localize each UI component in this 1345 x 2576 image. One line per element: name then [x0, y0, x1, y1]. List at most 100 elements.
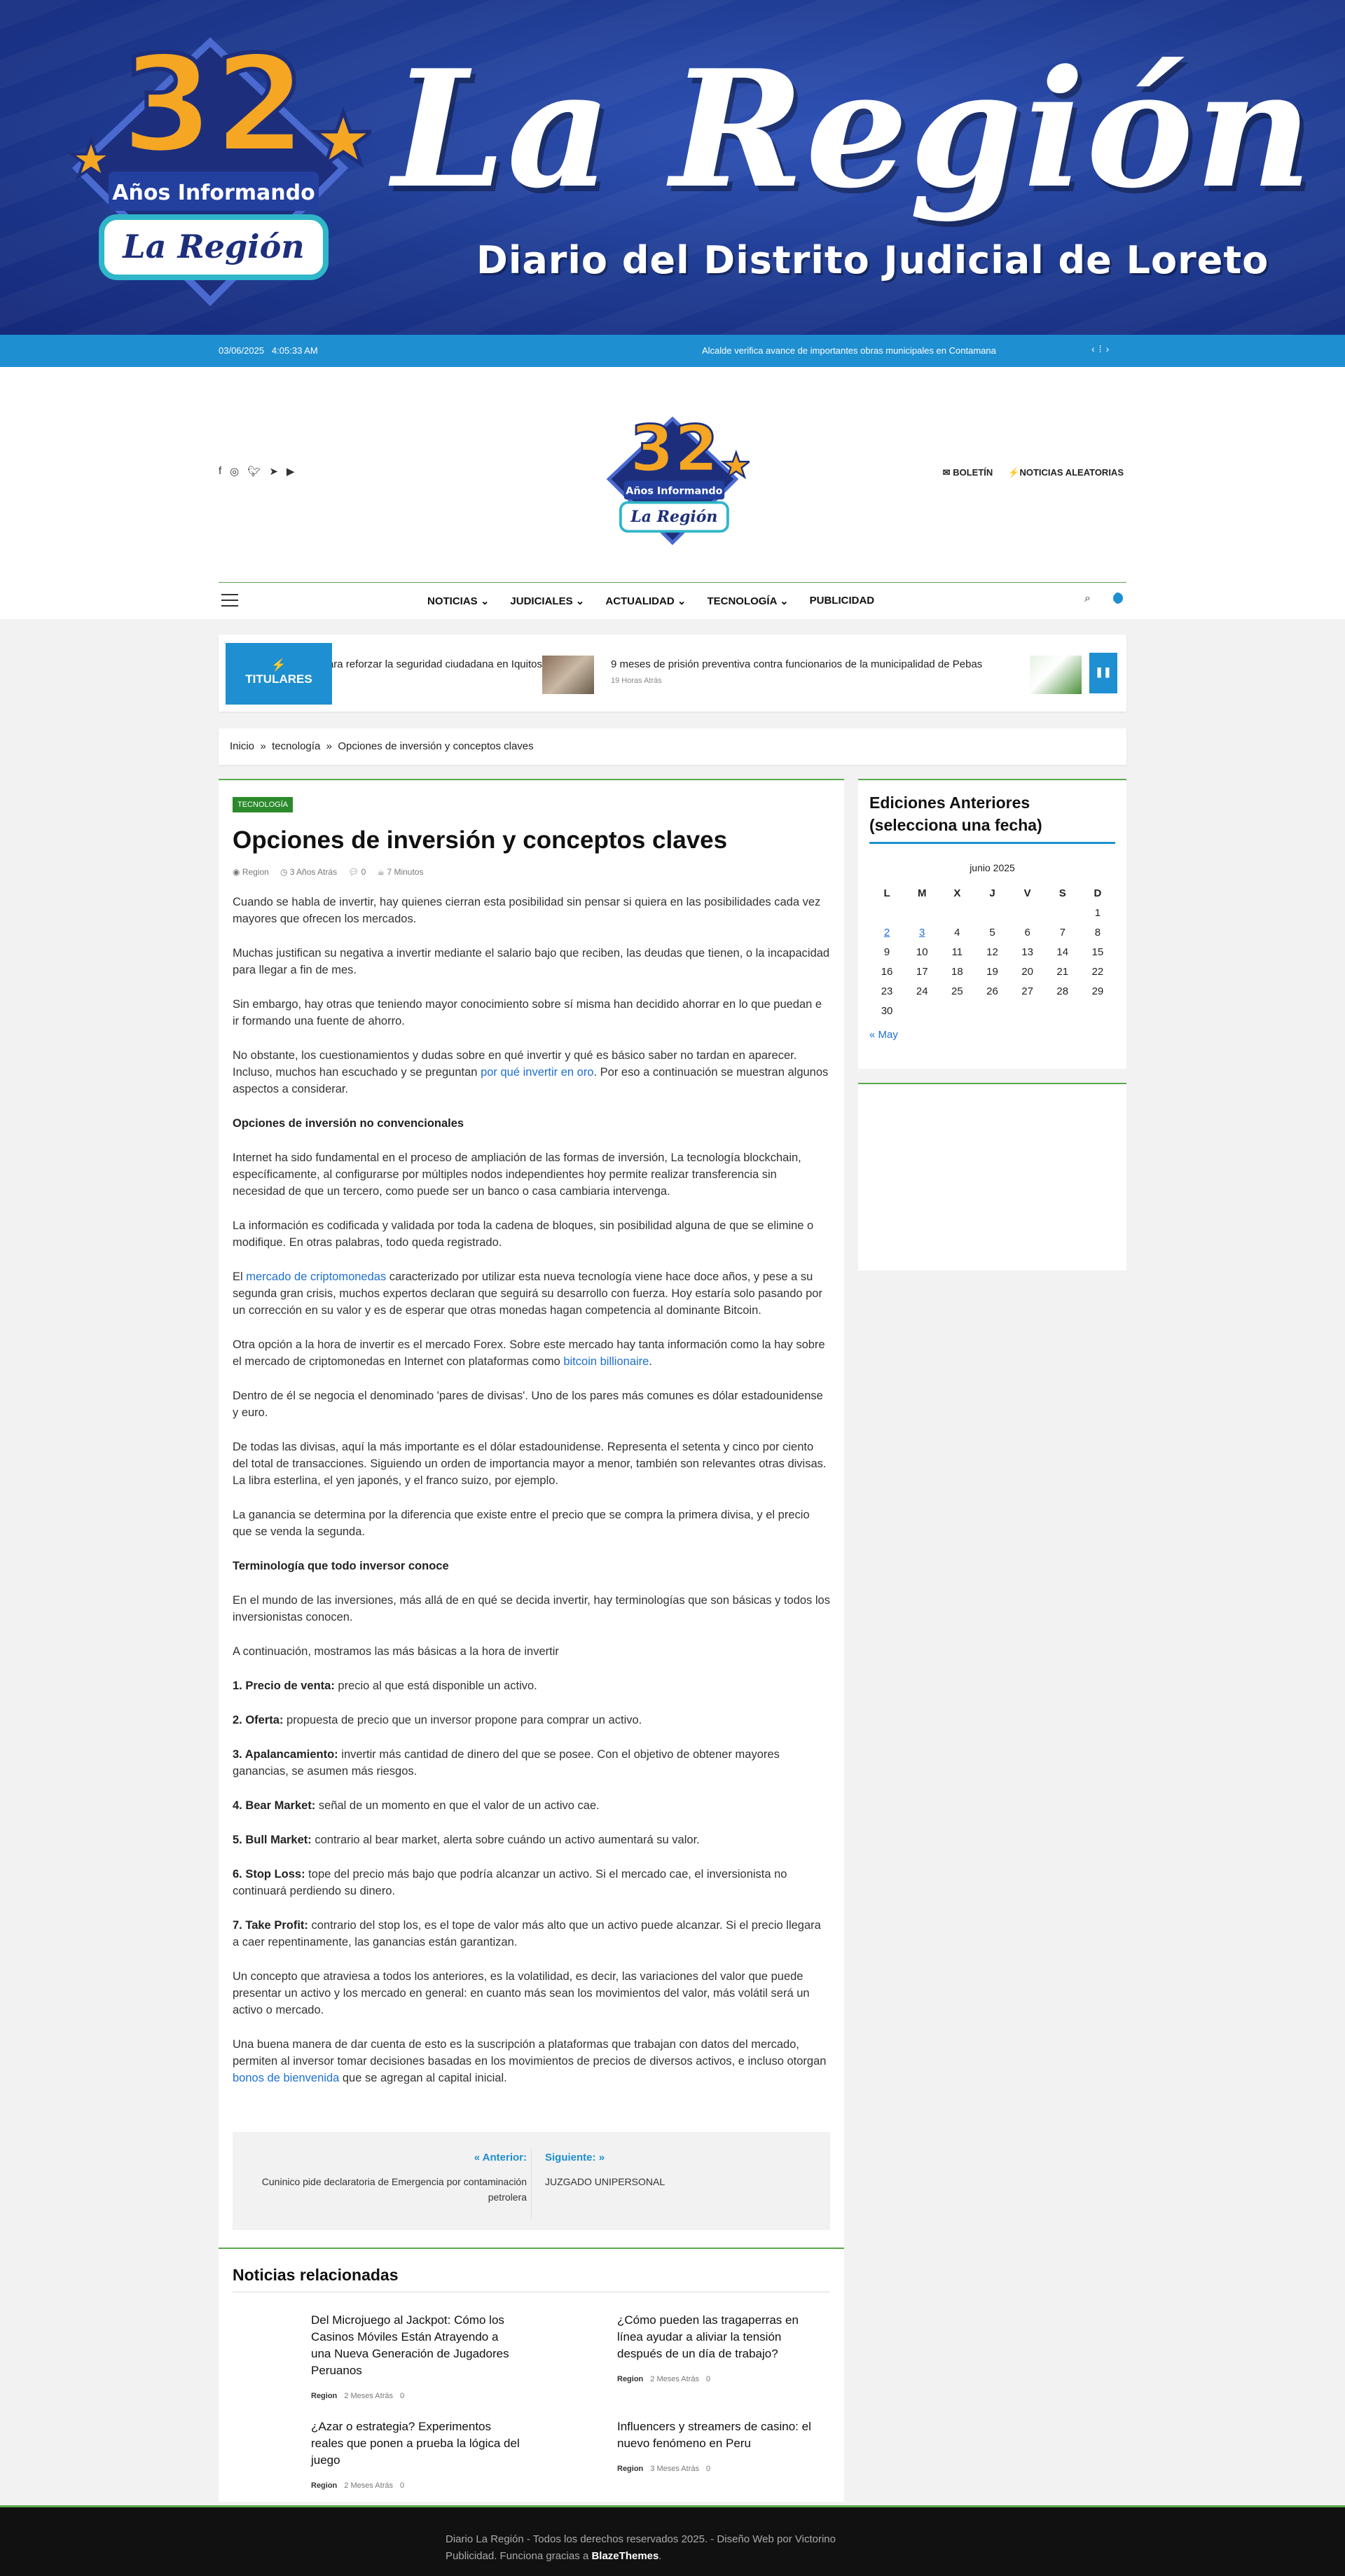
calendar-day: 21	[1056, 965, 1069, 978]
nav-item-actualidad[interactable]: ACTUALIDAD ⌄	[605, 595, 686, 607]
calendar-day	[939, 903, 974, 922]
related-item[interactable]: Influencers y streamers de casino: el nu…	[617, 2418, 827, 2477]
author[interactable]: ◉ Region	[233, 867, 269, 877]
ticker-pause-icon[interactable]: ⁞	[1099, 343, 1106, 354]
logo-number: 32	[630, 413, 718, 486]
post-time: ◷ 3 Años Atrás	[280, 867, 337, 877]
menu-toggle-icon[interactable]	[221, 594, 238, 611]
term-text: contrario al bear market, alerta sobre c…	[311, 1833, 700, 1846]
search-icon[interactable]: ⌕	[1084, 593, 1091, 605]
bonus-link[interactable]: bonos de bienvenida	[233, 2072, 339, 2084]
headline-time-label: 19 Horas Atrás	[611, 677, 662, 685]
nav-item-tecnologia[interactable]: TECNOLOGÍA ⌄	[707, 595, 788, 607]
calendar-day: 27	[1021, 985, 1033, 997]
headline-thumbnail[interactable]	[542, 656, 594, 694]
calendar-day: 7	[1059, 926, 1065, 939]
ticker-prev-icon[interactable]: ‹	[1091, 343, 1099, 354]
main-nav: NOTICIAS ⌄ JUDICIALES ⌄ ACTUALIDAD ⌄ TEC…	[219, 582, 1126, 617]
related-meta: Region 2 Meses Atrás 0	[311, 2477, 521, 2494]
related-author[interactable]: Region	[617, 2371, 643, 2388]
breadcrumb-home[interactable]: Inicio	[230, 740, 254, 752]
term-text: precio al que está disponible un activo.	[334, 1679, 537, 1692]
paragraph: La información es codificada y validada …	[233, 1219, 814, 1249]
term-item: 2. Oferta: propuesta de precio que un in…	[233, 1712, 830, 1729]
twitter-icon[interactable]: 🐦︎	[247, 465, 261, 478]
dark-mode-icon[interactable]	[1112, 593, 1123, 604]
double-chevron-left-icon: «	[474, 2152, 481, 2163]
calendar-day: 25	[951, 985, 963, 997]
ticker-next-icon[interactable]: ›	[1106, 343, 1114, 354]
related-title[interactable]: ¿Cómo pueden las tragaperras en línea ay…	[617, 2312, 827, 2362]
random-news-link[interactable]: ⚡NOTICIAS ALEATORIAS	[1008, 467, 1124, 478]
headline-item[interactable]: Refuerzan estrategias para reforzar la s…	[332, 658, 542, 670]
nav-label: JUDICIALES	[510, 595, 573, 607]
calendar-day: 13	[1021, 946, 1033, 958]
divider	[531, 2149, 532, 2219]
next-post-link[interactable]: Siguiente: » JUZGADO UNIPERSONAL	[545, 2150, 797, 2189]
term-text: señal de un momento en que el valor de u…	[315, 1799, 600, 1812]
related-title[interactable]: Influencers y streamers de casino: el nu…	[617, 2418, 827, 2452]
copyright-end: .	[658, 2550, 662, 2562]
previous-month-link[interactable]: « May	[869, 1029, 1115, 1041]
social-links: f ◎ 🐦︎ ➤ ▶	[219, 465, 294, 478]
related-author[interactable]: Region	[311, 2388, 337, 2404]
related-item[interactable]: Del Microjuego al Jackpot: Cómo los Casi…	[311, 2312, 521, 2404]
paragraph: Dentro de él se negocia el denominado 'p…	[233, 1389, 823, 1419]
breadcrumb-category[interactable]: tecnología	[272, 740, 320, 752]
related-title[interactable]: Del Microjuego al Jackpot: Cómo los Casi…	[311, 2312, 521, 2379]
instagram-icon[interactable]: ◎	[230, 465, 239, 478]
related-comments: 0	[399, 2481, 405, 2490]
comments[interactable]: 💬︎ 0	[348, 867, 366, 877]
top-ticker-link[interactable]: Alcalde verifica avance de importantes o…	[702, 345, 996, 356]
paragraph: Muchas justifican su negativa a invertir…	[233, 946, 830, 976]
related-item[interactable]: ¿Cómo pueden las tragaperras en línea ay…	[617, 2312, 827, 2388]
headline-thumbnail[interactable]	[1030, 656, 1082, 694]
term-label: 5. Bull Market:	[233, 1833, 312, 1846]
paragraph: Una buena manera de dar cuenta de esto e…	[233, 2036, 830, 2086]
logo-line1: Años Informando	[626, 486, 722, 497]
newsletter-link[interactable]: ✉ BOLETÍN	[943, 467, 993, 478]
headlines-badge: ⚡ TITULARES	[226, 643, 332, 705]
banner-badge-number: 32	[121, 27, 306, 182]
calendar-day: 9	[883, 946, 890, 958]
headline-item[interactable]: 9 meses de prisión preventiva contra fun…	[611, 658, 982, 670]
article-body: Cuando se habla de invertir, hay quienes…	[233, 894, 830, 2086]
article-meta: ◉ Region ◷ 3 Años Atrás 💬︎ 0 ☕︎ 7 Minuto…	[233, 867, 830, 877]
site-logo[interactable]: 32 Años Informando La Región	[595, 402, 750, 556]
previous-post-link[interactable]: « Anterior: Cuninico pide declaratoria d…	[247, 2150, 527, 2205]
paragraph: Internet ha sido fundamental en el proce…	[233, 1151, 801, 1198]
calendar-day[interactable]: 2	[869, 922, 904, 942]
category-badge[interactable]: TECNOLOGÍA	[233, 797, 294, 812]
related-title[interactable]: ¿Azar o estrategia? Experimentos reales …	[311, 2418, 521, 2469]
clock-icon: ◷	[280, 866, 288, 877]
calendar-day[interactable]: 3	[904, 922, 939, 942]
related-author[interactable]: Region	[617, 2460, 643, 2477]
headlines-ticker: ⚡ TITULARES Refuerzan estrategias para r…	[219, 635, 1126, 712]
nav-menu: NOTICIAS ⌄ JUDICIALES ⌄ ACTUALIDAD ⌄ TEC…	[427, 595, 874, 607]
previous-title: Cuninico pide declaratoria de Emergencia…	[261, 2176, 527, 2203]
related-author[interactable]: Region	[311, 2477, 337, 2494]
term-item: 1. Precio de venta: precio al que está d…	[233, 1677, 830, 1694]
crypto-link[interactable]: mercado de criptomonedas	[246, 1270, 386, 1283]
comment-icon: 💬︎	[348, 866, 359, 877]
calendar-day	[1010, 903, 1045, 922]
current-time: 4:05:33 AM	[271, 345, 318, 356]
nav-item-judiciales[interactable]: JUDICIALES ⌄	[510, 595, 584, 607]
related-item[interactable]: ¿Azar o estrategia? Experimentos reales …	[311, 2418, 521, 2494]
calendar-day-link[interactable]: 3	[919, 927, 925, 939]
facebook-icon[interactable]: f	[219, 465, 221, 478]
term-label: 4. Bear Market:	[233, 1799, 316, 1812]
youtube-icon[interactable]: ▶	[287, 465, 295, 478]
bitcoin-link[interactable]: bitcoin billionaire	[563, 1355, 649, 1368]
gold-link[interactable]: por qué invertir en oro	[481, 1066, 593, 1079]
telegram-icon[interactable]: ➤	[269, 465, 278, 478]
calendar-week: 23 24 25 26 27 28 29	[869, 981, 1115, 1001]
blazethemes-link[interactable]: BlazeThemes	[591, 2550, 658, 2562]
calendar-day: 11	[951, 946, 963, 958]
nav-item-publicidad[interactable]: PUBLICIDAD	[810, 595, 875, 607]
calendar-day-link[interactable]: 2	[884, 927, 890, 939]
pause-icon[interactable]: ❚❚	[1089, 653, 1117, 693]
text: que se agregan al capital inicial.	[339, 2071, 507, 2084]
nav-item-noticias[interactable]: NOTICIAS ⌄	[427, 595, 489, 607]
calendar-day: 4	[954, 926, 960, 939]
